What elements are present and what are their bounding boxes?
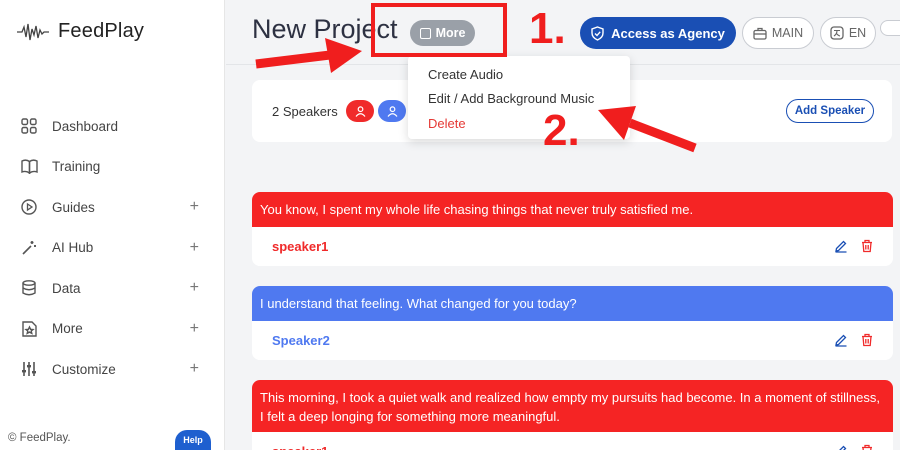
menu-item-create-audio[interactable]: Create Audio	[408, 62, 630, 87]
sidebar-item-label: Guides	[52, 199, 95, 215]
expand-plus-icon[interactable]: +	[190, 360, 199, 378]
dialogue-footer: speaker1	[252, 227, 893, 266]
trash-icon[interactable]	[860, 333, 874, 347]
play-circle-icon	[20, 198, 38, 216]
dialogue-text[interactable]: This morning, I took a quiet walk and re…	[252, 380, 893, 432]
user-icon	[387, 105, 397, 117]
language-label: EN	[848, 26, 867, 40]
speaker-name: speaker1	[272, 239, 329, 254]
logo-text: FeedPlay	[58, 20, 145, 42]
sidebar-item-guides[interactable]: Guides +	[0, 187, 225, 228]
add-speaker-button[interactable]: Add Speaker	[786, 99, 874, 123]
translate-icon	[830, 26, 844, 40]
expand-plus-icon[interactable]: +	[190, 198, 199, 216]
dialogue-block: You know, I spent my whole life chasing …	[252, 192, 893, 266]
dialogue-footer: Speaker2	[252, 321, 893, 360]
copyright-text: © FeedPlay.	[8, 432, 71, 444]
user-icon	[355, 105, 365, 117]
sidebar-item-ai-hub[interactable]: AI Hub +	[0, 228, 225, 269]
dialogue-text[interactable]: You know, I spent my whole life chasing …	[252, 192, 893, 227]
sidebar-item-label: More	[52, 321, 83, 337]
star-doc-icon	[20, 320, 38, 338]
pencil-icon[interactable]	[834, 444, 848, 450]
dialogue-block: This morning, I took a quiet walk and re…	[252, 380, 893, 450]
expand-plus-icon[interactable]: +	[190, 239, 199, 257]
grid-icon	[20, 117, 38, 135]
book-icon	[20, 158, 38, 176]
logo[interactable]: FeedPlay	[16, 20, 144, 43]
more-dropdown-menu: Create Audio Edit / Add Background Music…	[408, 56, 630, 139]
dialogue-text[interactable]: I understand that feeling. What changed …	[252, 286, 893, 321]
sidebar-item-label: Training	[52, 159, 101, 175]
speaker2-badge[interactable]	[378, 100, 406, 122]
pencil-icon[interactable]	[834, 333, 848, 347]
trash-icon[interactable]	[860, 239, 874, 253]
speaker-name: Speaker2	[272, 333, 330, 348]
sliders-icon	[20, 360, 38, 378]
menu-item-delete[interactable]: Delete	[408, 111, 630, 136]
annotation-step-1: 1.	[529, 4, 566, 53]
briefcase-icon	[753, 27, 767, 40]
agency-label: Access as Agency	[611, 25, 725, 41]
help-button[interactable]: Help	[175, 430, 211, 450]
sidebar-item-label: Customize	[52, 361, 116, 377]
sidebar-item-label: AI Hub	[52, 240, 94, 256]
magic-wand-icon	[20, 239, 38, 257]
expand-plus-icon[interactable]: +	[190, 320, 199, 338]
sidebar-item-data[interactable]: Data +	[0, 268, 225, 309]
sidebar: FeedPlay Dashboard Training Guides + AI …	[0, 0, 225, 450]
trash-icon[interactable]	[860, 444, 874, 450]
sidebar-item-more[interactable]: More +	[0, 309, 225, 350]
speaker1-badge[interactable]	[346, 100, 374, 122]
access-as-agency-button[interactable]: Access as Agency	[580, 17, 736, 49]
main-workspace-button[interactable]: MAIN	[742, 17, 814, 49]
speaker-name: speaker1	[272, 444, 328, 450]
sidebar-item-customize[interactable]: Customize +	[0, 349, 225, 390]
language-button[interactable]: EN	[820, 17, 876, 49]
database-icon	[20, 279, 38, 297]
sidebar-item-label: Data	[52, 280, 81, 296]
main-label: MAIN	[771, 26, 804, 40]
sound-wave-icon	[17, 23, 49, 40]
menu-item-background-music[interactable]: Edit / Add Background Music	[408, 87, 630, 112]
dialogue-block: I understand that feeling. What changed …	[252, 286, 893, 360]
annotation-highlight-box	[371, 3, 507, 57]
sidebar-item-dashboard[interactable]: Dashboard	[0, 106, 225, 147]
sidebar-nav: Dashboard Training Guides + AI Hub + Dat…	[0, 106, 225, 390]
theme-toggle[interactable]	[880, 20, 900, 36]
pencil-icon[interactable]	[834, 239, 848, 253]
annotation-step-2: 2.	[543, 106, 580, 155]
dialogue-footer: speaker1	[252, 432, 893, 450]
expand-plus-icon[interactable]: +	[190, 279, 199, 297]
shield-check-icon	[591, 25, 604, 41]
sidebar-item-label: Dashboard	[52, 118, 119, 134]
speakers-count: 2 Speakers	[272, 104, 338, 119]
sidebar-item-training[interactable]: Training	[0, 147, 225, 188]
